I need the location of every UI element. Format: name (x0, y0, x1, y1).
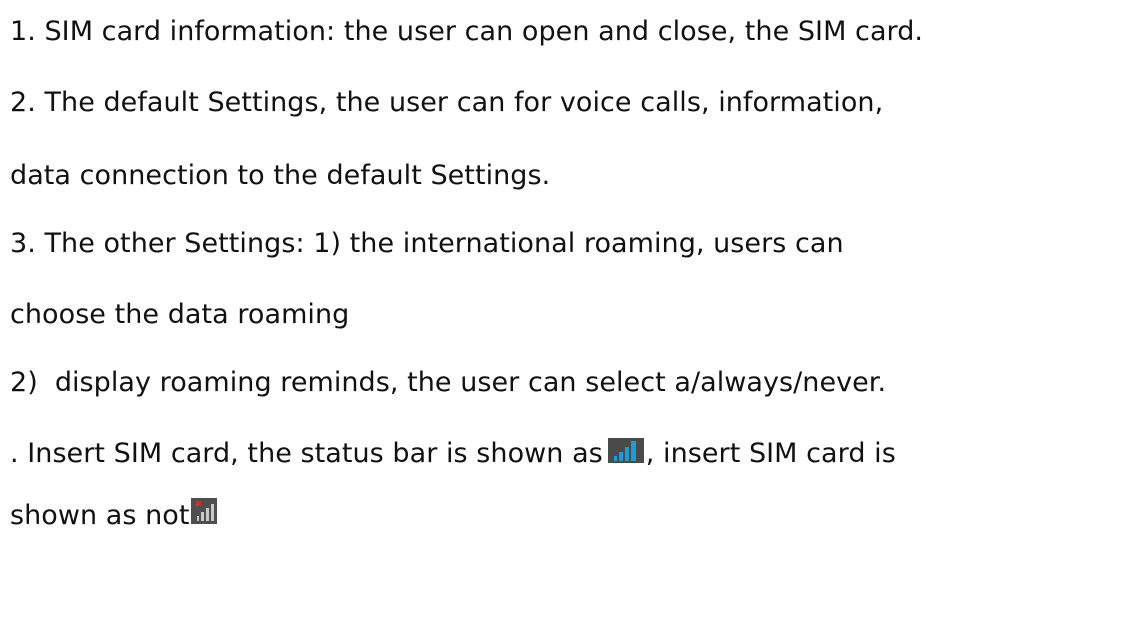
no-sim-text: shown as not (10, 500, 190, 531)
list-marker: 2) (10, 367, 38, 398)
roaming-reminds-text: display roaming reminds, the user can se… (54, 367, 887, 398)
signal-no-sim-icon (190, 498, 217, 524)
paragraph-default-settings-cont: data connection to the default Settings. (10, 160, 551, 191)
paragraph-sim-card-info: 1. SIM card information: the user can op… (10, 16, 924, 47)
paragraph-roaming-reminds: 2) display roaming reminds, the user can … (10, 366, 886, 400)
insert-sim-text-after: , insert SIM card is (645, 438, 896, 469)
signal-bars-icon (607, 438, 644, 463)
paragraph-default-settings: 2. The default Settings, the user can fo… (10, 87, 884, 118)
paragraph-other-settings: 3. The other Settings: 1) the internatio… (10, 228, 844, 259)
paragraph-no-sim: shown as not (10, 498, 219, 533)
document-page: 1. SIM card information: the user can op… (0, 0, 1128, 632)
paragraph-insert-sim: . Insert SIM card, the status bar is sho… (10, 437, 896, 471)
paragraph-other-settings-cont: choose the data roaming (10, 299, 350, 330)
insert-sim-text: . Insert SIM card, the status bar is sho… (10, 438, 603, 469)
